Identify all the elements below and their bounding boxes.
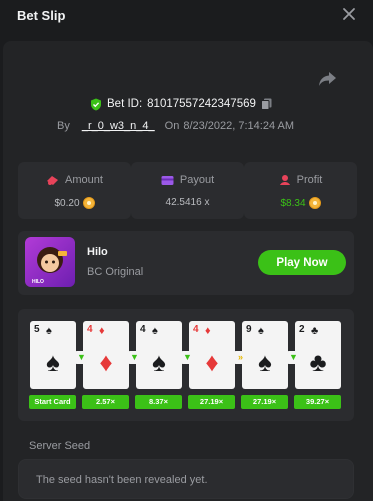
hilo-character-icon: HILO (32, 247, 67, 285)
cards-strip[interactable]: 5 ♠ ♠ Start Card 4 ♦ ♦ 2.57× 4 ♠ ♠ 8.37× 4 ♦ ♦ 27.19× 9 ♠… (18, 309, 354, 421)
playing-card: 4 ♠ ♠ (136, 321, 182, 389)
profit-value: $8.34 (280, 197, 306, 209)
card-suit-small-icon: ♣ (311, 325, 319, 337)
card-rank: 2 (299, 324, 305, 335)
card-rank: 4 (193, 324, 199, 335)
payout-value: 42.5416 x (165, 197, 210, 208)
lower-arrow-icon: ▼ (181, 351, 194, 364)
coin-icon (308, 197, 321, 209)
header: Bet Slip (0, 0, 373, 30)
card-suit-small-icon: ♦ (99, 325, 105, 337)
card-suit-icon: ♦ (99, 347, 113, 377)
bet-datetime: 8/23/2022, 7:14:24 AM (183, 120, 295, 132)
multiplier-badge: 39.27× (294, 395, 341, 409)
card-suit-icon: ♠ (258, 347, 272, 377)
profit-icon (279, 175, 290, 185)
shield-check-icon (91, 98, 101, 110)
bet-id-label: Bet ID: (107, 98, 143, 110)
game-card: HILO Hilo BC Original Play Now (18, 231, 354, 295)
multiplier-badge: 27.19× (188, 395, 235, 409)
amount-value: $0.20 (54, 197, 80, 209)
multiplier-badge: Start Card (29, 395, 76, 409)
bet-id-row: Bet ID: 81017557242347569 (90, 96, 272, 112)
playing-card: 9 ♠ ♠ (242, 321, 288, 389)
card-rank: 9 (246, 324, 252, 335)
card-rank: 4 (87, 324, 93, 335)
playing-card: 4 ♦ ♦ (83, 321, 129, 389)
skip-icon: » (234, 351, 247, 364)
copy-icon[interactable] (260, 98, 272, 110)
payout-icon (161, 175, 174, 185)
card-suit-small-icon: ♦ (205, 325, 211, 337)
multiplier-badge: 27.19× (241, 395, 288, 409)
game-provider: BC Original (87, 266, 144, 278)
payout-stat: Payout 42.5416 x (131, 162, 244, 219)
thumb-label: HILO (32, 279, 44, 285)
lower-arrow-icon: ▼ (287, 351, 300, 364)
profit-stat: Profit $8.34 (244, 162, 357, 219)
bet-meta-row: By _r_0_w3_n_4_ On 8/23/2022, 7:14:24 AM (57, 118, 294, 134)
card-suit-small-icon: ♠ (258, 325, 264, 337)
amount-icon (47, 175, 59, 185)
card-suit-icon: ♠ (152, 347, 166, 377)
playing-card: 5 ♠ ♠ (30, 321, 76, 389)
bet-id-value: 81017557242347569 (147, 98, 256, 110)
by-label: By (57, 120, 70, 132)
card-suit-small-icon: ♠ (46, 325, 52, 337)
card-suit-small-icon: ♠ (152, 325, 158, 337)
payout-label: Payout (179, 174, 215, 186)
close-icon[interactable] (342, 7, 356, 21)
username-link[interactable]: _r_0_w3_n_4_ (82, 120, 155, 132)
playing-card: 4 ♦ ♦ (189, 321, 235, 389)
card-rank: 5 (34, 324, 40, 335)
playing-card: 2 ♣ ♣ (295, 321, 341, 389)
on-label: On (164, 120, 180, 132)
lower-arrow-icon: ▼ (128, 351, 141, 364)
multiplier-badge: 2.57× (82, 395, 129, 409)
play-now-button[interactable]: Play Now (258, 250, 346, 275)
lower-arrow-icon: ▼ (75, 351, 88, 364)
server-seed-field: The seed hasn't been revealed yet. (18, 459, 354, 499)
multiplier-badge: 8.37× (135, 395, 182, 409)
card-suit-icon: ♠ (46, 347, 60, 377)
profit-label: Profit (296, 174, 323, 186)
amount-label: Amount (65, 174, 103, 186)
server-seed-value: The seed hasn't been revealed yet. (36, 474, 208, 486)
amount-stat: Amount $0.20 (18, 162, 131, 219)
card-suit-icon: ♦ (205, 347, 219, 377)
page-title: Bet Slip (17, 8, 66, 23)
card-suit-icon: ♣ (309, 347, 327, 377)
coin-icon (82, 197, 95, 209)
hilo-thumbnail[interactable]: HILO (25, 237, 75, 287)
card-rank: 4 (140, 324, 146, 335)
share-icon[interactable] (318, 71, 337, 87)
server-seed-label: Server Seed (29, 440, 91, 452)
game-name: Hilo (87, 246, 108, 258)
